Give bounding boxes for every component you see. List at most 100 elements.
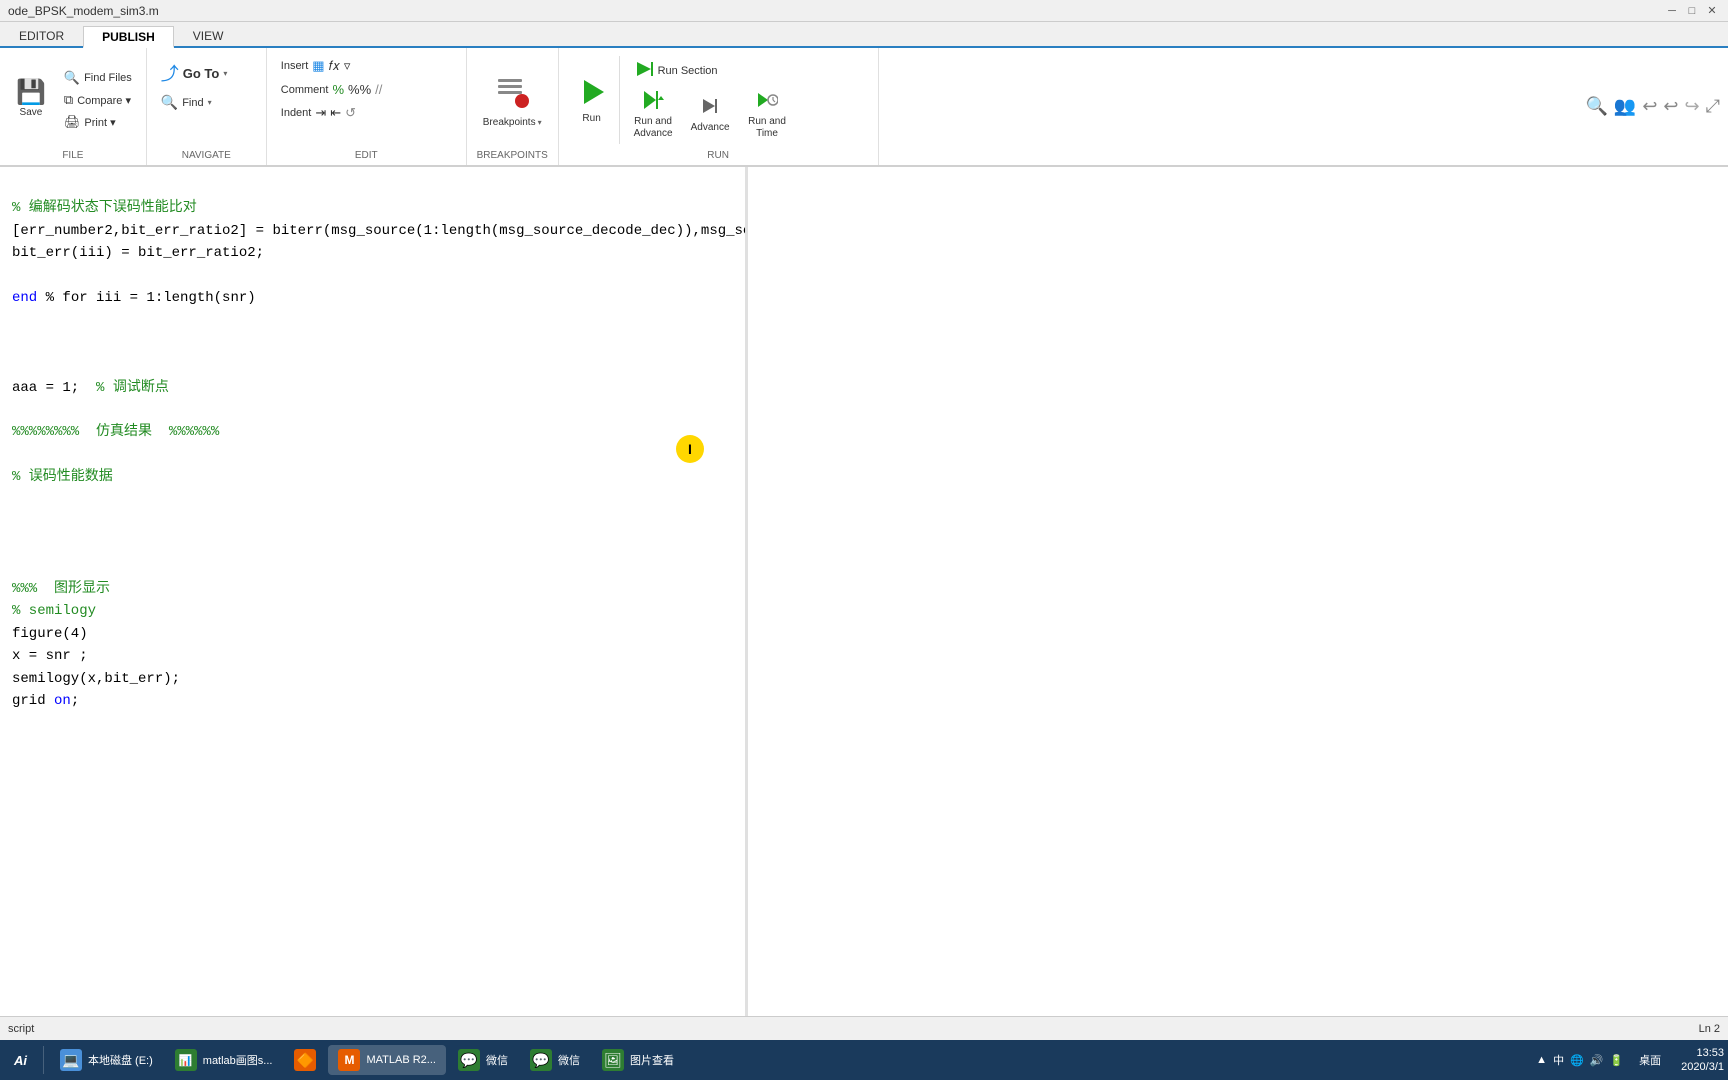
indent1-icon: ⇥: [315, 105, 326, 121]
run-button[interactable]: Run: [567, 52, 617, 148]
community-icon[interactable]: 👥: [1614, 96, 1636, 117]
close-button[interactable]: ✕: [1704, 3, 1720, 19]
code-line-21: semilogy(x,bit_err);: [12, 671, 180, 687]
editor-code[interactable]: % 编解码状态下误码性能比对 [err_number2,bit_err_rati…: [0, 167, 745, 743]
window-title: ode_BPSK_modem_sim3.m: [8, 4, 159, 18]
compare-button[interactable]: ⧉ Compare ▾: [58, 90, 138, 110]
insert-button[interactable]: Insert ▦ 𝑓𝑥 ▿: [275, 56, 389, 76]
save-label: Save: [20, 107, 43, 119]
tab-editor[interactable]: EDITOR: [0, 24, 83, 46]
show-hidden-icon[interactable]: ▲: [1536, 1054, 1547, 1066]
ribbon-tabs: EDITOR PUBLISH VIEW: [0, 22, 1728, 48]
code-line-2: [err_number2,bit_err_ratio2] = biterr(ms…: [12, 223, 745, 239]
run-section-icon: [634, 59, 654, 82]
tab-view[interactable]: VIEW: [174, 24, 243, 46]
code-line-9: aaa = 1; % 调试断点: [12, 380, 169, 396]
image-viewer-icon: 🖼: [602, 1049, 624, 1071]
status-line-info: Ln 2: [1699, 1023, 1720, 1035]
wechat-1-label: 微信: [486, 1052, 508, 1068]
minimize-button[interactable]: ─: [1664, 3, 1680, 19]
taskbar: Ai 💻 本地磁盘 (E:) 📊 matlab画图s... 🔶 M MATLAB…: [0, 1040, 1728, 1080]
run-section-button[interactable]: Run Section: [626, 56, 795, 85]
title-bar: ode_BPSK_modem_sim3.m ─ □ ✕: [0, 0, 1728, 22]
matlab-logo-icon: 🔶: [294, 1049, 316, 1071]
indent3-icon: ↺: [345, 105, 356, 121]
maximize-button[interactable]: □: [1684, 3, 1700, 19]
insert-fx-icon: 𝑓𝑥: [329, 58, 340, 74]
tab-publish[interactable]: PUBLISH: [83, 26, 174, 48]
text-cursor: I: [676, 435, 704, 463]
save-button[interactable]: 💾 Save: [8, 70, 54, 130]
code-line-18: % semilogy: [12, 603, 96, 619]
find-files-icon: 🔍: [64, 70, 80, 86]
edit-group-label: EDIT: [275, 148, 458, 165]
taskbar-image-viewer[interactable]: 🖼 图片查看: [592, 1045, 684, 1075]
taskbar-right: ▲ 中 🌐 🔊 🔋 桌面 13:53 2020/3/1: [1536, 1046, 1724, 1075]
undo-icon[interactable]: ↩: [1642, 96, 1657, 117]
code-line-13: % 误码性能数据: [12, 469, 113, 485]
run-and-advance-button[interactable]: Run and Advance: [626, 85, 681, 144]
taskbar-clock[interactable]: 13:53 2020/3/1: [1681, 1046, 1724, 1075]
undo2-icon[interactable]: ↩: [1663, 96, 1678, 117]
run-group-label: RUN: [567, 148, 870, 165]
indent-button[interactable]: Indent ⇥ ⇤ ↺: [275, 103, 389, 123]
matlab-chart-label: matlab画图s...: [203, 1052, 273, 1068]
compare-label: Compare ▾: [77, 94, 131, 107]
insert-icon: ▦: [312, 58, 324, 74]
matlab-r2-icon: M: [338, 1049, 360, 1071]
search-docs-icon[interactable]: 🔍: [1585, 96, 1607, 117]
undo3-icon[interactable]: ↪: [1685, 96, 1700, 117]
status-type: script: [8, 1023, 34, 1035]
print-label: Print ▾: [84, 116, 115, 129]
taskbar-matlab-chart[interactable]: 📊 matlab画图s...: [165, 1045, 283, 1075]
taskbar-local-disk[interactable]: 💻 本地磁盘 (E:): [50, 1045, 163, 1075]
breakpoints-button[interactable]: Breakpoints ▾: [475, 69, 550, 132]
comment2-icon: %%: [348, 82, 371, 97]
run-and-time-button[interactable]: Run and Time: [740, 85, 795, 144]
goto-button[interactable]: ⤴ Go To ▾: [155, 58, 234, 88]
print-button[interactable]: 🖨 Print ▾: [58, 112, 138, 132]
network-icon[interactable]: 🌐: [1570, 1054, 1584, 1067]
editor-main[interactable]: % 编解码状态下误码性能比对 [err_number2,bit_err_rati…: [0, 167, 745, 1047]
run-group: Run Run Section: [559, 48, 879, 165]
taskbar-wechat-2[interactable]: 💬 微信: [520, 1045, 590, 1075]
find-button[interactable]: 🔍 Find ▾: [155, 92, 218, 113]
run-icon: [576, 76, 608, 111]
comment-button[interactable]: Comment % %% //: [275, 80, 389, 99]
lang-icon[interactable]: 中: [1553, 1052, 1564, 1068]
ai-icon: Ai: [14, 1053, 27, 1068]
image-viewer-label: 图片查看: [630, 1052, 674, 1068]
breakpoints-icon: [494, 73, 530, 115]
taskbar-matlab-r2[interactable]: M MATLAB R2...: [328, 1045, 445, 1075]
comment-icon: %: [332, 82, 344, 97]
local-disk-label: 本地磁盘 (E:): [88, 1052, 153, 1068]
taskbar-date-display: 2020/3/1: [1681, 1060, 1724, 1074]
taskbar-time-display: 13:53: [1681, 1046, 1724, 1060]
taskbar-ai-button[interactable]: Ai: [4, 1049, 37, 1072]
advance-icon: [699, 95, 721, 120]
run-divider: [619, 56, 620, 144]
status-bar: script Ln 2: [0, 1016, 1728, 1040]
code-line-3: bit_err(iii) = bit_err_ratio2;: [12, 245, 264, 261]
indent-label: Indent: [281, 107, 312, 119]
run-advance-icon: [642, 89, 664, 114]
taskbar-wechat-1[interactable]: 💬 微信: [448, 1045, 518, 1075]
battery-icon[interactable]: 🔋: [1609, 1054, 1623, 1067]
code-line-5: end % for iii = 1:length(snr): [12, 290, 256, 306]
find-icon: 🔍: [161, 94, 178, 111]
run-time-icon: [756, 89, 778, 114]
code-line-1: % 编解码状态下误码性能比对: [12, 200, 197, 216]
taskbar-matlab-logo[interactable]: 🔶: [284, 1045, 326, 1075]
advance-button[interactable]: Advance: [685, 91, 736, 138]
expand-icon[interactable]: ⤢: [1706, 96, 1720, 117]
code-line-17: %%% 图形显示: [12, 581, 110, 597]
find-files-label: Find Files: [84, 72, 132, 84]
desktop-button[interactable]: 桌面: [1631, 1050, 1669, 1070]
volume-icon[interactable]: 🔊: [1590, 1054, 1604, 1067]
find-files-button[interactable]: 🔍 Find Files: [58, 68, 138, 88]
matlab-r2-label: MATLAB R2...: [366, 1054, 435, 1066]
insert-label: Insert: [281, 60, 309, 72]
local-disk-icon: 💻: [60, 1049, 82, 1071]
advance-label: Advance: [691, 122, 730, 134]
editor-container: % 编解码状态下误码性能比对 [err_number2,bit_err_rati…: [0, 167, 1728, 1047]
